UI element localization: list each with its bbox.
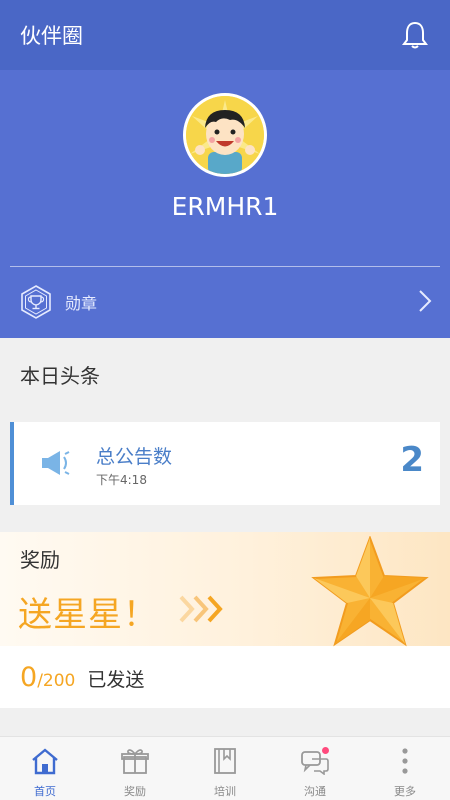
trophy-hexagon-icon: [18, 284, 54, 320]
nav-label-home: 首页: [34, 785, 56, 798]
announcement-count: 2: [400, 440, 424, 480]
nav-training[interactable]: 培训: [180, 737, 270, 800]
stars-total: /200: [37, 671, 76, 691]
gift-icon: [120, 745, 150, 777]
arrows-icon: [178, 594, 230, 628]
avatar[interactable]: [183, 93, 267, 177]
nav-rewards[interactable]: 奖励: [90, 737, 180, 800]
bell-icon[interactable]: [400, 20, 430, 50]
app-title: 伙伴圈: [20, 24, 83, 48]
badge-row[interactable]: 勋章: [0, 267, 450, 337]
chevron-right-icon: [418, 289, 432, 317]
stars-sent-label: 已发送: [87, 669, 145, 691]
username: ERMHR1: [171, 192, 279, 221]
nav-home[interactable]: 首页: [0, 737, 90, 800]
reward-slogan: 送星星！: [18, 595, 158, 635]
megaphone-icon: [40, 448, 72, 482]
announcement-card[interactable]: 总公告数 下午4:18 2: [10, 422, 440, 505]
section-title: 本日头条: [20, 364, 100, 388]
nav-label-communication: 沟通: [304, 785, 326, 798]
reward-progress: 0 /200 已发送: [20, 662, 144, 693]
bottom-nav: 首页 奖励 培训 沟通 更多: [0, 736, 450, 800]
star-icon: [308, 535, 432, 652]
announcement-time: 下午4:18: [96, 473, 147, 487]
reward-card[interactable]: 奖励 送星星！ 0 /200 已发送: [0, 532, 450, 708]
badge-label: 勋章: [65, 294, 98, 313]
profile-section: ERMHR1 勋章: [0, 70, 450, 338]
notification-dot: [322, 747, 329, 754]
reward-title: 奖励: [20, 548, 60, 572]
nav-more[interactable]: 更多: [360, 737, 450, 800]
nav-label-rewards: 奖励: [124, 785, 146, 798]
nav-label-more: 更多: [394, 785, 416, 798]
announcement-title: 总公告数: [96, 446, 173, 468]
nav-communication[interactable]: 沟通: [270, 737, 360, 800]
home-icon: [30, 745, 60, 777]
book-icon: [210, 745, 240, 777]
more-vertical-icon: [390, 745, 420, 777]
stars-sent-count: 0: [20, 662, 38, 693]
nav-label-training: 培训: [214, 785, 236, 798]
app-header: 伙伴圈: [0, 0, 450, 70]
